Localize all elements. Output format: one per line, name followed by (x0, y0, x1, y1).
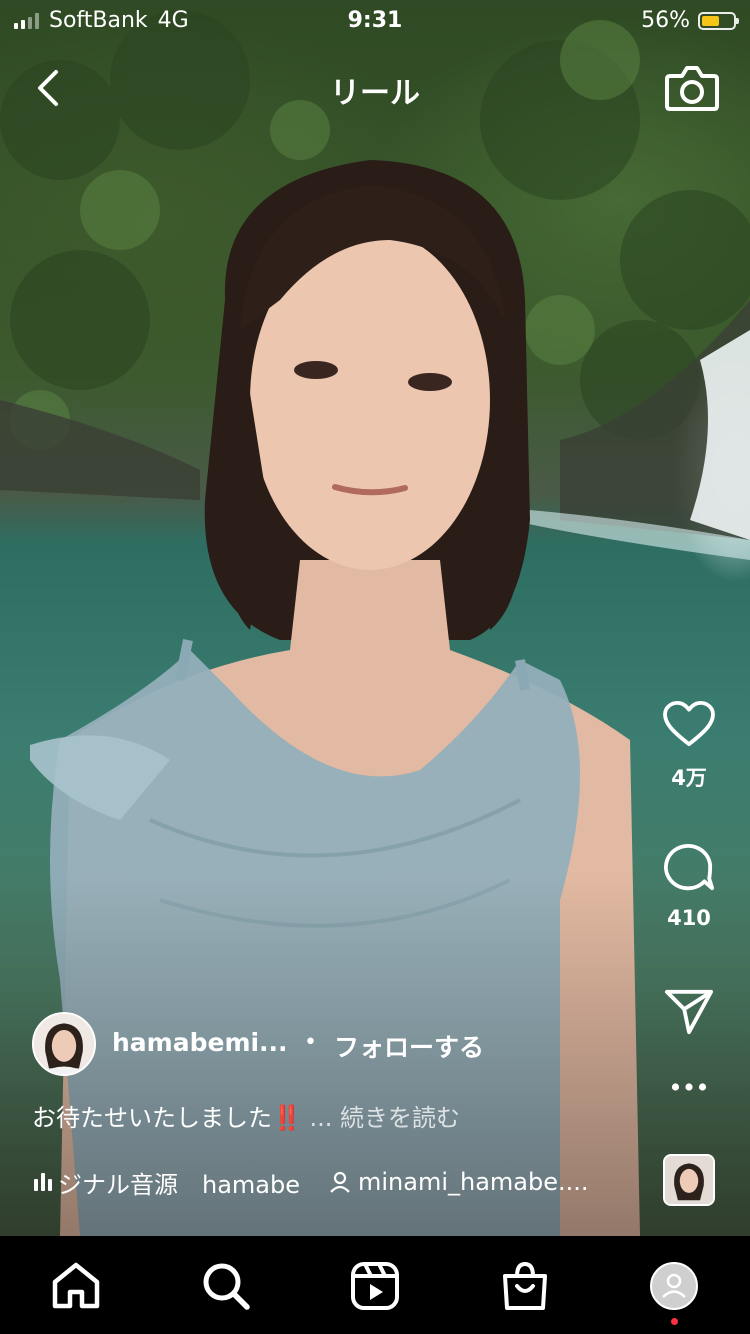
audio-label[interactable]: ジナル音源 hamabe (58, 1165, 318, 1200)
caption-emoji: ‼️ (272, 1104, 302, 1132)
share-button[interactable] (644, 988, 734, 1036)
status-bar: SoftBank 4G 9:31 56% (0, 0, 750, 40)
caption[interactable]: お待たせいたしました‼️ ... 続きを読む (32, 1098, 460, 1133)
audio-thumbnail[interactable] (663, 1154, 715, 1206)
status-time: 9:31 (347, 8, 403, 33)
notification-dot (671, 1318, 678, 1325)
tagged-user[interactable]: minami_hamabe.... (328, 1168, 589, 1196)
user-avatar[interactable] (32, 1012, 96, 1076)
read-more-link[interactable]: ... 続きを読む (310, 1104, 461, 1132)
shop-icon[interactable] (499, 1260, 551, 1312)
person-icon (330, 1171, 350, 1193)
profile-avatar[interactable] (650, 1262, 698, 1310)
separator-dot: • (304, 1030, 317, 1055)
heart-icon (663, 700, 715, 747)
more-dots-icon (671, 1083, 707, 1091)
more-button[interactable] (644, 1082, 734, 1092)
person-icon (662, 1273, 686, 1298)
follow-button[interactable]: フォローする (334, 1028, 484, 1064)
like-button[interactable]: 4万 (644, 700, 734, 792)
camera-icon[interactable] (664, 62, 720, 114)
reels-icon[interactable] (349, 1260, 401, 1312)
comment-icon (664, 844, 715, 891)
comment-count: 410 (667, 906, 711, 930)
page-title: リール (330, 76, 420, 111)
home-icon[interactable] (50, 1260, 102, 1312)
tab-bar (0, 1236, 750, 1334)
tagged-username: minami_hamabe.... (358, 1168, 589, 1196)
audio-icon (34, 1173, 52, 1191)
like-count: 4万 (671, 766, 707, 790)
send-icon (665, 989, 713, 1035)
audio-row[interactable]: ジナル音源 hamabe minami_hamabe.... (34, 1164, 624, 1200)
username[interactable]: hamabemi... (112, 1028, 288, 1057)
battery-percent: 56% (641, 8, 690, 33)
caption-text: お待たせいたしました (32, 1104, 272, 1132)
comment-button[interactable]: 410 (644, 840, 734, 930)
battery-icon (698, 11, 739, 30)
search-icon[interactable] (200, 1260, 252, 1312)
